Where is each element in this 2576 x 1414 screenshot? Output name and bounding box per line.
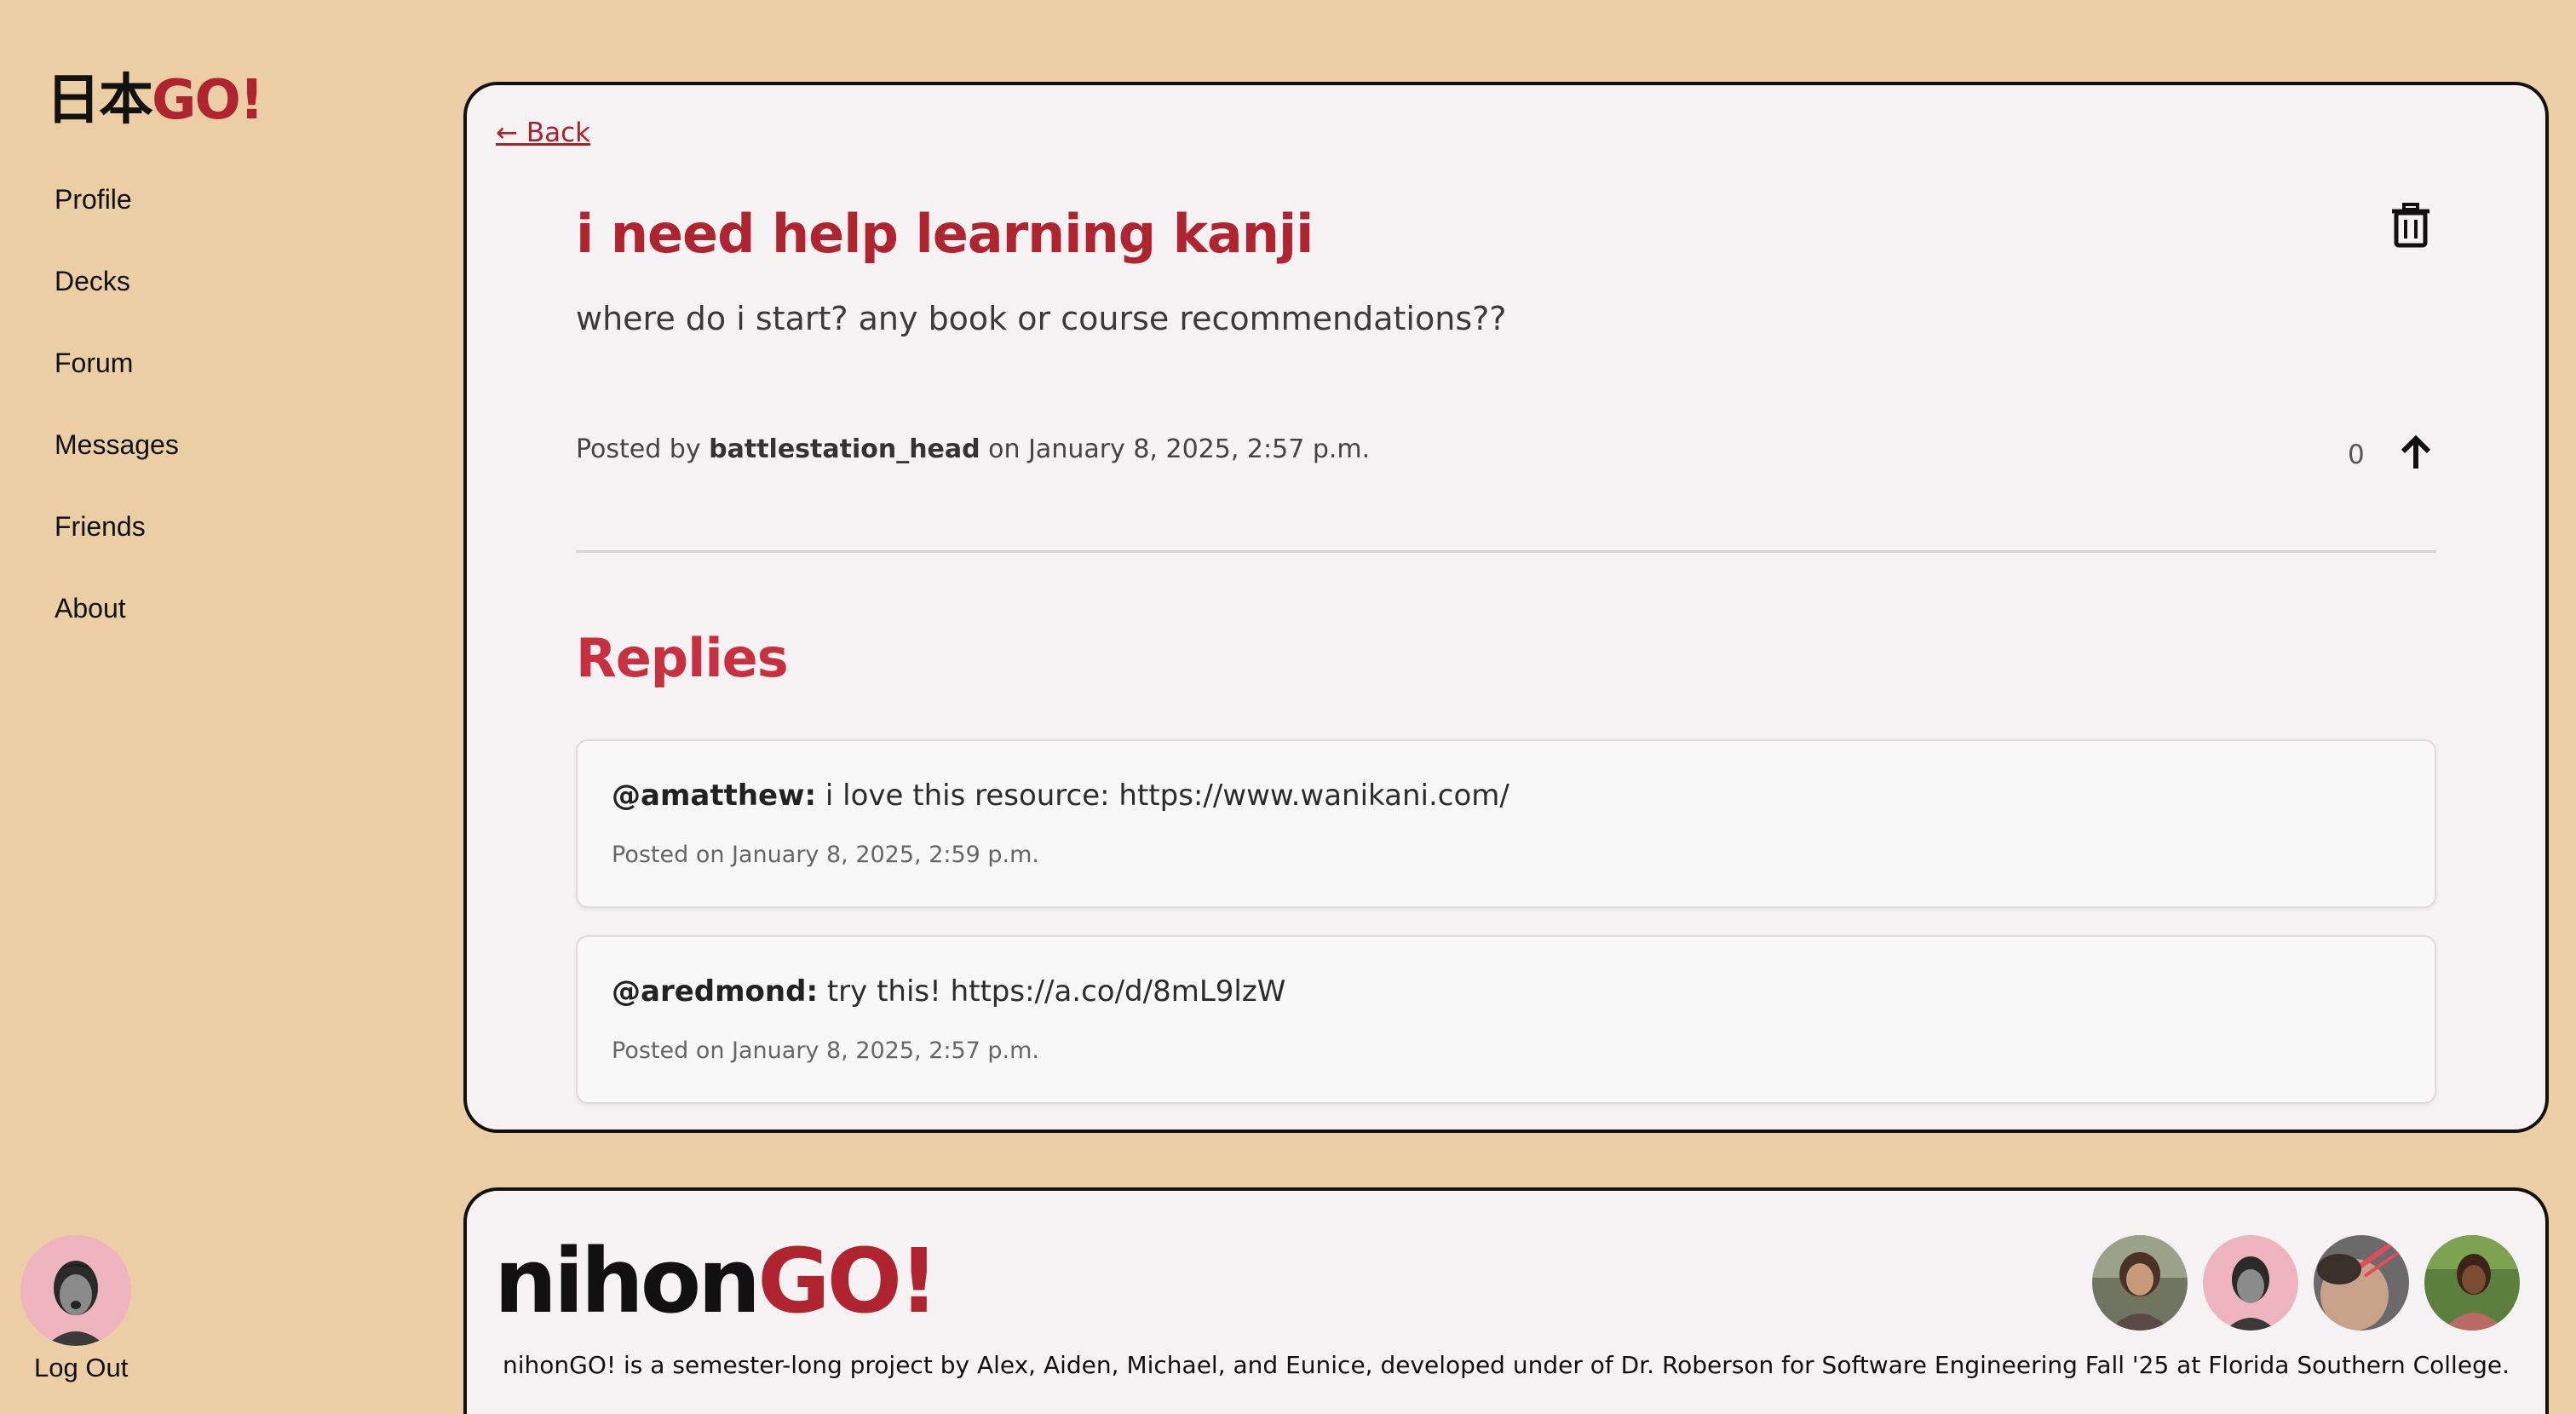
footer-logo-nihon: nihon xyxy=(494,1229,761,1333)
post-title: i need help learning kanji xyxy=(576,203,1314,265)
logout-button[interactable]: Log Out xyxy=(19,1235,147,1383)
meta-date: on January 8, 2025, 2:57 p.m. xyxy=(980,434,1371,464)
reply-card: @aredmond: try this! https://a.co/d/8mL9… xyxy=(576,935,2436,1104)
footer-description: nihonGO! is a semester-long project by A… xyxy=(503,1351,2510,1379)
footer-logo: nihonGO! xyxy=(494,1237,939,1325)
reply-card: @amatthew: i love this resource: https:/… xyxy=(576,739,2436,908)
sidebar-item-forum[interactable]: Forum xyxy=(55,342,179,424)
sidebar-item-decks[interactable]: Decks xyxy=(55,261,179,342)
arrow-up-icon[interactable] xyxy=(2395,433,2436,474)
team-avatar xyxy=(2203,1235,2298,1331)
avatar-portrait xyxy=(46,1261,106,1346)
app-logo[interactable]: 日本GO! xyxy=(46,73,264,128)
reply-username[interactable]: @amatthew: xyxy=(612,779,816,813)
replies-heading: Replies xyxy=(576,627,789,689)
post-author[interactable]: battlestation_head xyxy=(709,434,980,464)
reply-text: @amatthew: i love this resource: https:/… xyxy=(612,779,1509,813)
vote-count: 0 xyxy=(2348,440,2365,470)
sidebar-nav: Profile Decks Forum Messages Friends Abo… xyxy=(55,179,179,670)
sidebar-item-friends[interactable]: Friends xyxy=(55,506,179,588)
sidebar: 日本GO! Profile Decks Forum Messages Frien… xyxy=(0,0,443,1414)
logo-go-text: GO! xyxy=(152,69,264,132)
footer: nihonGO! nihonGO! is a semester-long pro… xyxy=(463,1187,2549,1414)
footer-logo-go: GO! xyxy=(757,1229,939,1333)
team-avatar xyxy=(2092,1235,2188,1331)
reply-timestamp: Posted on January 8, 2025, 2:59 p.m. xyxy=(612,842,1040,868)
trash-icon[interactable] xyxy=(2387,201,2435,249)
post-card: ← Back i need help learning kanji where … xyxy=(463,82,2549,1133)
post-meta: Posted by battlestation_head on January … xyxy=(576,434,1370,464)
logout-label: Log Out xyxy=(34,1353,129,1382)
team-avatars xyxy=(2092,1235,2520,1331)
logo-japanese-text: 日本 xyxy=(46,69,153,132)
reply-text: @aredmond: try this! https://a.co/d/8mL9… xyxy=(612,974,1285,1009)
meta-prefix: Posted by xyxy=(576,434,710,464)
reply-content: try this! https://a.co/d/8mL9lzW xyxy=(818,974,1286,1009)
sidebar-item-profile[interactable]: Profile xyxy=(55,179,179,261)
team-avatar xyxy=(2314,1235,2409,1331)
back-link[interactable]: ← Back xyxy=(496,118,590,148)
reply-timestamp: Posted on January 8, 2025, 2:57 p.m. xyxy=(612,1038,1040,1064)
post-body: where do i start? any book or course rec… xyxy=(576,300,1507,337)
user-avatar[interactable] xyxy=(20,1235,131,1346)
reply-username[interactable]: @aredmond: xyxy=(612,974,818,1009)
post-divider xyxy=(576,550,2436,553)
sidebar-item-about[interactable]: About xyxy=(55,588,179,670)
reply-content: i love this resource: https://www.wanika… xyxy=(816,779,1509,813)
team-avatar xyxy=(2424,1235,2520,1331)
sidebar-item-messages[interactable]: Messages xyxy=(55,424,179,506)
